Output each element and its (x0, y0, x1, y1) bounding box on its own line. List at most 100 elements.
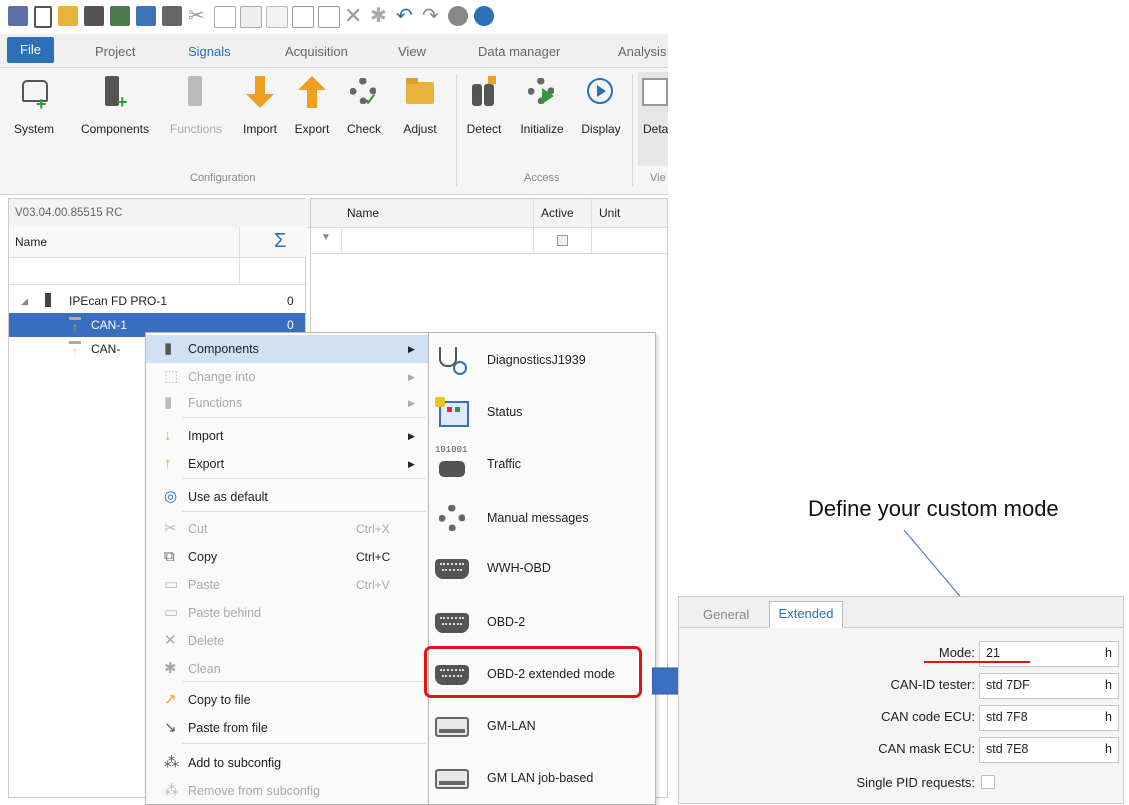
submenu-item-status[interactable]: Status (429, 387, 655, 439)
obd-connector-icon (435, 607, 469, 637)
menu-separator (182, 417, 426, 418)
menu-item-clean[interactable]: ✱ Clean (146, 655, 428, 683)
import-arrow-icon (244, 76, 276, 110)
adjust-button[interactable]: Adjust (398, 76, 442, 136)
grid-header: Name Active Unit (311, 199, 667, 228)
menu-item-paste-from-file[interactable]: ↘ Paste from file (146, 714, 428, 742)
undo-icon[interactable]: ↶ (396, 6, 416, 26)
auto-save-icon[interactable] (136, 6, 156, 26)
submenu-item-traffic[interactable]: 101001 Traffic (429, 439, 655, 491)
property-field-mode[interactable]: 21 h (979, 641, 1119, 667)
check-gear-icon: ✓ (348, 76, 380, 110)
tree-item-label: IPEcan FD PRO-1 (69, 294, 168, 308)
detect-button[interactable]: Detect (462, 76, 506, 136)
quick-access-toolbar: ✂ ✕ ✱ ↶ ↷ (0, 0, 668, 34)
menu-item-components[interactable]: ▮ Components ▶ (146, 335, 428, 363)
tab-signals[interactable]: Signals (188, 44, 231, 59)
manual-messages-gear-icon (435, 503, 469, 533)
import-button[interactable]: Import (238, 76, 282, 136)
grid-column-active[interactable]: Active (541, 206, 574, 220)
menu-item-paste[interactable]: ▭ Paste Ctrl+V (146, 571, 428, 599)
submenu-item-gm-lan-job-based[interactable]: GM LAN job-based (429, 753, 655, 805)
filter-icon[interactable]: ▼ (321, 232, 331, 243)
add-to-subconfig-icon: ⁂ (164, 754, 179, 771)
expand-collapse-icon[interactable]: ◢ (21, 289, 28, 313)
menu-item-use-as-default[interactable]: ◎ Use as default (146, 483, 428, 511)
menu-item-cut[interactable]: ✂ Cut Ctrl+X (146, 515, 428, 543)
adjust-folder-icon (404, 76, 436, 110)
initialize-button[interactable]: Initialize (514, 76, 570, 136)
save-as-icon[interactable] (110, 6, 130, 26)
submenu-item-gm-lan[interactable]: GM-LAN (429, 701, 655, 753)
menu-item-remove-from-subconfig[interactable]: ⁂ Remove from subconfig (146, 777, 428, 805)
display-button[interactable]: Display (576, 76, 626, 136)
menu-item-functions[interactable]: ▮ Functions ▶ (146, 389, 428, 417)
tree-item-count: 0 (287, 294, 294, 308)
app-icon[interactable] (8, 6, 28, 26)
single-pid-checkbox[interactable] (981, 775, 995, 789)
menu-item-copy-to-file[interactable]: ↗ Copy to file (146, 686, 428, 714)
tree-filter-row[interactable] (9, 257, 307, 285)
sum-icon[interactable]: Σ (274, 230, 286, 253)
delete-icon[interactable]: ✕ (344, 5, 364, 27)
paste-behind-icon[interactable] (266, 6, 288, 28)
menu-item-label: Paste (188, 578, 220, 592)
tree-row-device[interactable]: ◢ IPEcan FD PRO-1 0 (9, 289, 307, 313)
mode-underline-annotation (924, 661, 1030, 663)
submenu-item-label: OBD-2 (487, 615, 526, 629)
property-field-can-mask-ecu[interactable]: std 7E8 h (979, 737, 1119, 763)
paste-from-file-icon[interactable] (318, 6, 340, 28)
copy-to-file-icon[interactable] (292, 6, 314, 28)
active-filter-checkbox[interactable] (557, 235, 568, 246)
paste-icon[interactable] (240, 6, 262, 28)
submenu-item-label: WWH-OBD (487, 561, 551, 575)
cut-icon[interactable]: ✂ (188, 6, 208, 26)
grid-column-name[interactable]: Name (347, 206, 379, 220)
grid-column-unit[interactable]: Unit (599, 206, 620, 220)
save-icon[interactable] (84, 6, 104, 26)
print-icon[interactable] (162, 6, 182, 26)
details-button[interactable]: Deta (638, 72, 668, 166)
tab-project[interactable]: Project (95, 44, 135, 59)
menu-item-copy[interactable]: ⧉ Copy Ctrl+C (146, 543, 428, 571)
functions-button[interactable]: Functions (166, 76, 226, 136)
submenu-item-diagnosticsj1939[interactable]: DiagnosticsJ1939 (429, 335, 655, 387)
menu-item-import[interactable]: ↓ Import ▶ (146, 422, 428, 450)
help-icon[interactable] (474, 6, 494, 26)
check-button[interactable]: ✓ Check (344, 76, 384, 136)
tab-general[interactable]: General (703, 607, 749, 622)
tab-data-manager[interactable]: Data manager (478, 44, 560, 59)
menu-item-delete[interactable]: ✕ Delete (146, 627, 428, 655)
tree-name-column-header[interactable]: Name (15, 235, 47, 249)
submenu-item-label: Manual messages (487, 511, 589, 525)
copy-icon[interactable] (214, 6, 236, 28)
new-file-icon[interactable] (34, 6, 52, 28)
submenu-item-manual-messages[interactable]: Manual messages (429, 493, 655, 545)
open-folder-icon[interactable] (58, 6, 78, 26)
submenu-item-wwh-obd[interactable]: WWH-OBD (429, 543, 655, 595)
property-label: CAN code ECU: (881, 709, 975, 724)
property-field-can-id-tester[interactable]: std 7DF h (979, 673, 1119, 699)
tab-extended[interactable]: Extended (769, 601, 843, 628)
export-button[interactable]: Export (290, 76, 334, 136)
menu-item-add-to-subconfig[interactable]: ⁂ Add to subconfig (146, 749, 428, 777)
property-field-can-code-ecu[interactable]: std 7F8 h (979, 705, 1119, 731)
settings-gear-icon[interactable] (448, 6, 468, 26)
submenu-item-label: Traffic (487, 457, 522, 471)
tab-file[interactable]: File (7, 37, 54, 63)
property-label: CAN mask ECU: (878, 741, 975, 756)
clean-icon[interactable]: ✱ (370, 6, 390, 26)
menu-item-paste-behind[interactable]: ▭ Paste behind (146, 599, 428, 627)
export-arrow-icon: ↑ (164, 455, 172, 472)
cut-icon: ✂ (164, 520, 177, 537)
grid-filter-row[interactable]: ▼ (311, 227, 667, 254)
menu-item-export[interactable]: ↑ Export ▶ (146, 450, 428, 478)
components-button[interactable]: + Components (74, 76, 156, 136)
tab-acquisition[interactable]: Acquisition (285, 44, 348, 59)
submenu-item-obd-2[interactable]: OBD-2 (429, 597, 655, 649)
menu-item-change-into[interactable]: ⬚ Change into ▶ (146, 363, 428, 391)
system-button[interactable]: + System (14, 76, 54, 136)
tab-view[interactable]: View (398, 44, 426, 59)
tab-analysis[interactable]: Analysis (618, 44, 666, 59)
redo-icon[interactable]: ↷ (422, 6, 442, 26)
